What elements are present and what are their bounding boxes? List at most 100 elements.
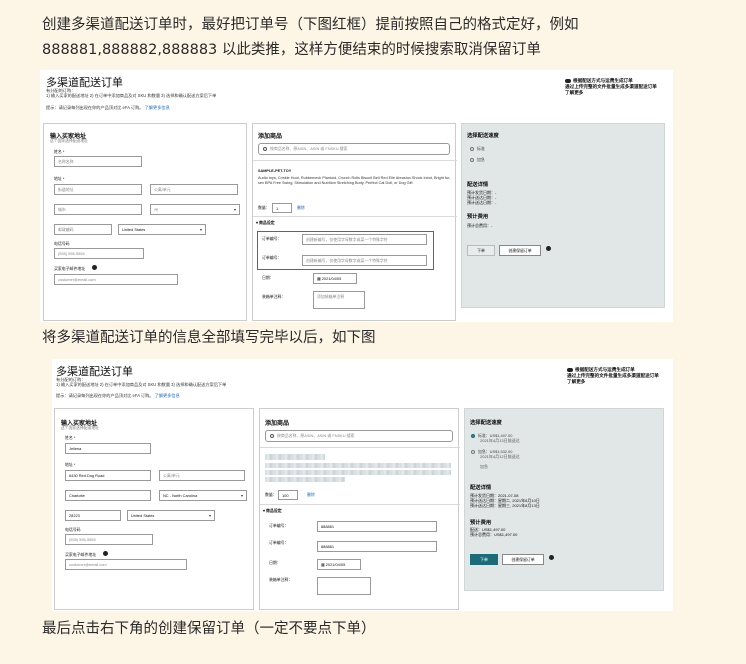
date-input[interactable]: ▦ 2021/04/05 — [313, 273, 357, 284]
state-select[interactable]: 州 ▾ — [150, 204, 240, 215]
cost-total: 预计总费用：- — [467, 223, 493, 228]
zip-input[interactable]: 邮政编码 — [54, 224, 112, 235]
address-label: 地址 * — [65, 462, 76, 467]
address-label: 地址 * — [54, 176, 65, 181]
bulk-upload-note: 根据配送方式与运费生成订单 通过上传完整的文件批量生成多渠道配送订单 了解更多 — [565, 78, 657, 95]
products-card: 添加商品 按商品名称、原ASIN、ASIN 或 FNSKU 搜索 数量： 100… — [259, 408, 460, 610]
apartment-input[interactable]: 公寓/单元 — [150, 184, 238, 195]
qty-input[interactable]: 100 — [278, 490, 298, 500]
qty-input[interactable]: 1 — [272, 203, 292, 213]
address-card: 输入买家地址 这个国家选择配送地址 姓名 * 名称名称 地址 * 街道地址 公寓… — [43, 123, 247, 321]
screenshot-filled-form: 多渠道配送订单 有分配的订购： 1) 输入买家的配送地址 2) 在订单中添加商品… — [52, 359, 673, 611]
divider — [260, 504, 460, 505]
zip-input[interactable]: 28223 — [65, 510, 121, 521]
phone-label: 电话号码 — [65, 527, 81, 532]
note-textarea[interactable]: 添加装箱单注释 — [313, 291, 365, 309]
place-order-button[interactable]: 下单 — [467, 245, 495, 256]
details-title: 配送详情 — [467, 182, 489, 188]
apartment-input[interactable]: 公寓/单元 — [159, 470, 245, 481]
order-number-input[interactable]: 888881 — [317, 521, 437, 532]
address-subtitle: 这个国家选择配送地址 — [50, 139, 88, 143]
products-title: 添加商品 — [265, 421, 290, 427]
info-icon[interactable] — [549, 555, 554, 560]
date-input[interactable]: ▦ 2021/04/05 — [317, 559, 361, 570]
create-hold-order-button[interactable]: 创建保留订单 — [499, 245, 541, 256]
subtitle-line2: 1) 输入买家的配送地址 2) 在订单中添加商品及对 SKU 和数量 3) 选择… — [56, 382, 227, 387]
cost-total: 预计总费用：US$1,497.00 — [470, 532, 518, 537]
street-input[interactable]: 6430 Red Dog Road — [65, 470, 151, 481]
radio-icon — [470, 157, 474, 162]
email-input[interactable]: customer@email.com — [54, 274, 178, 285]
order-settings-toggle[interactable]: ▾ 商品设定 — [263, 508, 282, 514]
email-label: 买家电子邮件地址 — [54, 266, 86, 271]
name-label: 姓名 * — [54, 149, 65, 154]
country-select[interactable]: United States ▾ — [127, 510, 215, 521]
product-search[interactable]: 按商品名称、原ASIN、ASIN 或 FNSKU 搜索 — [265, 430, 453, 442]
email-label: 买家电子邮件地址 — [65, 552, 97, 557]
radio-icon — [470, 146, 474, 151]
address-card: 输入买家地址 这个国家选择配送地址 姓名 * Jellena 地址 * 6430… — [54, 408, 254, 610]
place-order-button[interactable]: 下单 — [470, 554, 498, 565]
phone-label: 电话号码 — [54, 241, 70, 246]
blurred-product-description — [265, 463, 451, 468]
option-standard-date: 2021年4月13日前送达 — [480, 438, 520, 443]
cost-title: 预计费用 — [467, 214, 489, 220]
info-icon[interactable] — [103, 551, 108, 556]
country-select[interactable]: United States ▾ — [118, 224, 206, 235]
state-select[interactable]: NC - North Carolina ▾ — [159, 490, 247, 501]
qty-label: 数量： — [265, 492, 277, 497]
divider — [260, 447, 460, 448]
phone-input[interactable]: (555) 555-5555 — [65, 534, 153, 545]
chevron-down-icon: ▾ — [199, 227, 202, 232]
learn-more-link[interactable]: 了解更多信息 — [145, 105, 170, 110]
screenshot-empty-form: 多渠道配送订单 有分配的订购： 1) 输入买家的配送地址 2) 在订单中添加商品… — [40, 70, 673, 322]
info-icon[interactable] — [546, 246, 551, 251]
name-input[interactable]: Jellena — [65, 443, 151, 454]
details-title: 配送详情 — [470, 485, 492, 491]
shipping-title: 选择配送速度 — [470, 420, 502, 426]
cost-title: 预计费用 — [470, 520, 492, 526]
caption-final: 最后点击右下角的创建保留订单（一定不要点下单） — [42, 621, 376, 637]
tip-text: 提示：请记录每列出现在你的产品顶对比 eFA 订购。 了解更多信息 — [56, 393, 180, 398]
learn-more-link[interactable]: 了解更多信息 — [155, 393, 180, 398]
address-subtitle: 这个国家选择配送地址 — [61, 426, 99, 430]
note-textarea[interactable] — [317, 577, 371, 595]
cloud-icon — [567, 367, 573, 372]
radio-selected-icon — [471, 433, 475, 438]
chevron-down-icon: ▾ — [240, 493, 243, 498]
shipping-card: 选择配送速度 标准：US$1,497.00 2021年4月13日前送达 加急：U… — [464, 408, 664, 591]
radio-icon — [471, 449, 475, 454]
note-label: 装箱单注释： — [262, 294, 286, 299]
info-icon[interactable] — [92, 265, 97, 270]
order-settings-toggle[interactable]: ▾ 商品设定 — [256, 220, 275, 226]
blurred-product-description — [265, 470, 451, 475]
name-input[interactable]: 名称名称 — [54, 156, 142, 167]
shipping-card: 选择配送速度 标准 加急 配送详情 预计发货日期：- 预计送达日期：- 预计送达… — [461, 123, 665, 308]
city-input[interactable]: 城市 — [54, 204, 142, 215]
city-input[interactable]: Charlotte — [65, 490, 151, 501]
option-priority[interactable]: 加急 — [480, 464, 488, 469]
order-number-input-2[interactable]: 888881 — [317, 541, 437, 552]
street-input[interactable]: 街道地址 — [54, 184, 142, 195]
divider — [253, 216, 457, 217]
date-label: 日期： — [262, 275, 274, 280]
option-expedited[interactable]: 加急 — [470, 157, 485, 162]
remove-link[interactable]: 删除 — [297, 205, 305, 210]
blurred-product-sku — [265, 454, 325, 460]
search-icon — [263, 147, 267, 151]
order-no-label-2: 订单编号： — [269, 540, 289, 545]
remove-link[interactable]: 删除 — [307, 492, 315, 497]
email-input[interactable]: customer@email.com — [65, 559, 187, 570]
detail-arrive-date-2: 预计送达日期：- — [467, 200, 497, 205]
qty-label: 数量： — [258, 205, 270, 210]
chevron-down-icon: ▾ — [208, 513, 211, 518]
option-standard[interactable]: 标准 — [470, 146, 485, 151]
products-card: 添加商品 按商品名称、原ASIN、ASIN 或 FNSKU 搜索 SAMPLE-… — [252, 123, 457, 321]
products-title: 添加商品 — [258, 134, 283, 140]
product-sku: SAMPLE-PET-TOY — [258, 169, 292, 173]
name-label: 姓名 * — [65, 435, 76, 440]
phone-input[interactable]: (555) 555-5555 — [54, 248, 144, 259]
product-search[interactable]: 按商品名称、原ASIN、ASIN 或 FNSKU 搜索 — [258, 143, 450, 155]
note-label: 装箱单注释： — [269, 577, 293, 582]
create-hold-order-button[interactable]: 创建保留订单 — [502, 554, 544, 565]
